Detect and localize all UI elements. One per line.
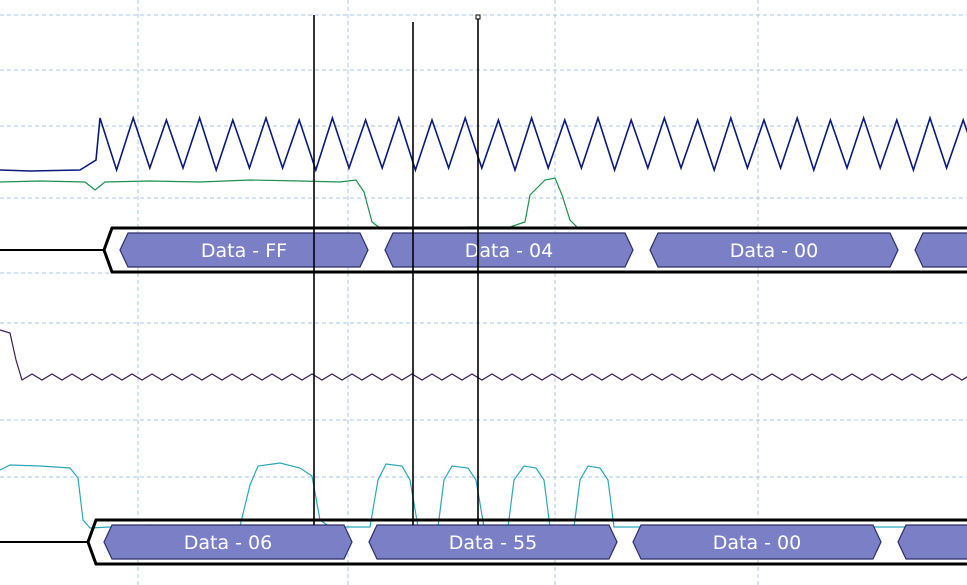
packet-label: Data - 06 <box>184 532 272 554</box>
waveform-canvas[interactable]: Data - FF Data - 04 Data - 00 Data - 06 <box>0 0 967 585</box>
slow-signal-trace <box>0 329 967 381</box>
lower-packet-55[interactable]: Data - 55 <box>368 524 618 560</box>
upper-packet-ff[interactable]: Data - FF <box>119 232 369 268</box>
cyan-signal-trace <box>0 462 967 529</box>
data-line-trace <box>0 177 967 229</box>
packet-label: Data - 00 <box>713 532 801 554</box>
grid <box>0 0 967 585</box>
lower-packet-06[interactable]: Data - 06 <box>103 524 353 560</box>
packet-label: Data - FF <box>201 240 287 262</box>
logic-analyzer-waveform-view[interactable]: Data - FF Data - 04 Data - 00 Data - 06 <box>0 0 967 585</box>
upper-decode-bus: Data - FF Data - 04 Data - 00 <box>0 226 967 274</box>
packet-shape[interactable] <box>897 524 967 560</box>
upper-packet-partial[interactable] <box>914 232 967 268</box>
packet-label: Data - 55 <box>449 532 537 554</box>
lower-packet-00[interactable]: Data - 00 <box>632 524 882 560</box>
upper-packet-04[interactable]: Data - 04 <box>384 232 634 268</box>
lower-decode-bus: Data - 06 Data - 55 Data - 00 <box>0 518 967 566</box>
upper-packet-00[interactable]: Data - 00 <box>649 232 899 268</box>
cursor-3-handle[interactable] <box>475 14 481 20</box>
lower-packet-partial[interactable] <box>897 524 967 560</box>
packet-shape[interactable] <box>914 232 967 268</box>
packet-label: Data - 00 <box>730 240 818 262</box>
